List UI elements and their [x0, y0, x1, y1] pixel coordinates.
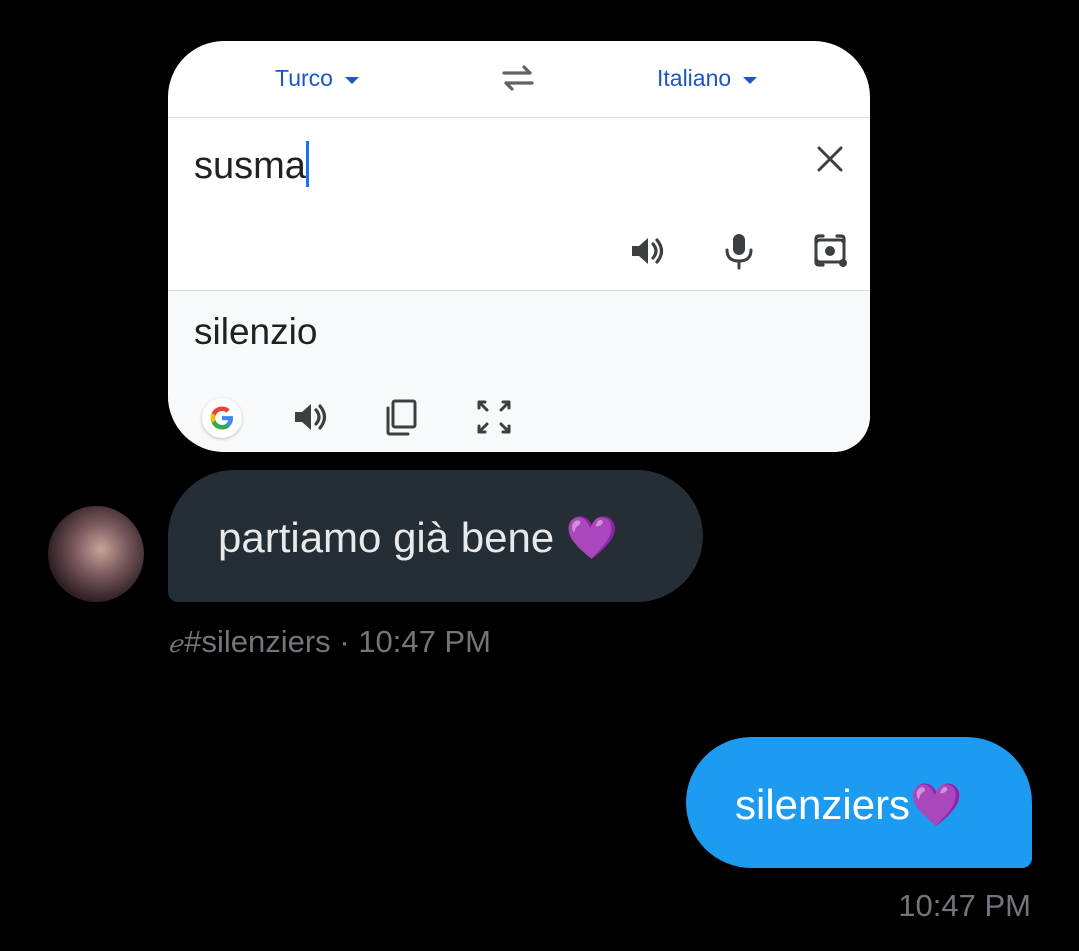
dropdown-caret-icon	[743, 77, 758, 84]
close-icon[interactable]	[812, 141, 848, 177]
swap-arrows-icon[interactable]	[500, 63, 536, 93]
text-cursor	[305, 141, 309, 187]
google-g-logo	[202, 398, 242, 438]
fullscreen-icon[interactable]	[474, 397, 514, 437]
source-language-selector[interactable]: Turco	[275, 65, 359, 92]
divider	[168, 290, 870, 291]
sender-script-glyph: ℯ	[168, 630, 183, 658]
microphone-icon[interactable]	[719, 231, 759, 271]
source-text-input[interactable]: susma	[194, 141, 309, 188]
copy-icon[interactable]	[382, 397, 422, 437]
translate-image-attachment[interactable]: Turco Italiano susma silenzio	[168, 41, 870, 452]
sent-message-bubble[interactable]: silenziers💜	[686, 737, 1032, 868]
sent-message-time: 10:47 PM	[898, 888, 1031, 923]
message-text: partiamo già bene	[218, 514, 555, 561]
speaker-icon[interactable]	[291, 397, 331, 437]
source-text: susma	[194, 145, 306, 187]
source-language-label: Turco	[275, 65, 333, 91]
separator: ·	[339, 624, 350, 659]
translated-text: silenzio	[194, 311, 318, 352]
speaker-icon[interactable]	[628, 231, 668, 271]
dropdown-caret-icon	[344, 77, 359, 84]
sender-handle[interactable]: #silenziers	[184, 624, 330, 659]
language-bar: Turco Italiano	[168, 41, 870, 117]
camera-lens-icon[interactable]	[810, 231, 850, 271]
avatar[interactable]	[48, 506, 144, 602]
purple-heart-emoji: 💜	[910, 781, 963, 828]
purple-heart-emoji: 💜	[565, 514, 619, 561]
received-message-meta: ℯ#silenziers · 10:47 PM	[168, 624, 491, 660]
target-language-label: Italiano	[657, 65, 732, 91]
message-time: 10:47 PM	[358, 624, 491, 659]
target-language-selector[interactable]: Italiano	[657, 65, 758, 92]
sent-message-text: silenziers💜	[735, 781, 962, 830]
received-message-bubble[interactable]: partiamo già bene 💜	[168, 470, 703, 602]
received-message-text: partiamo già bene 💜	[218, 514, 618, 563]
message-text: silenziers	[735, 781, 911, 828]
divider	[168, 117, 870, 118]
